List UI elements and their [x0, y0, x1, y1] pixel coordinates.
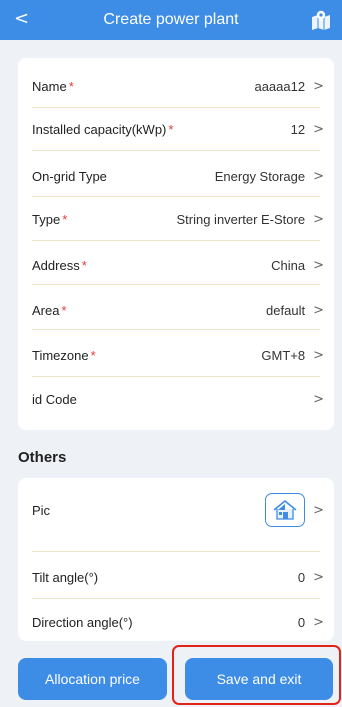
required-marker: *: [68, 78, 74, 94]
basic-info-card: Name * aaaaa12 > Installed capacity(kWp) * …: [18, 58, 334, 430]
area-field[interactable]: Area * default >: [32, 295, 324, 325]
required-marker: *: [81, 257, 87, 273]
divider: [32, 598, 320, 599]
name-value: aaaaa12: [254, 78, 306, 94]
area-label: Area: [32, 302, 60, 318]
divider: [32, 240, 320, 241]
divider: [32, 376, 320, 377]
installed-capacity-label: Installed capacity(kWp): [32, 121, 167, 137]
chevron-right-icon: >: [313, 211, 324, 227]
type-value: String inverter E-Store: [176, 211, 306, 227]
id-code-field[interactable]: id Code >: [32, 384, 324, 414]
installed-capacity-value: 12: [290, 121, 306, 137]
divider: [32, 284, 320, 285]
address-label: Address: [32, 257, 80, 273]
area-value: default: [266, 302, 306, 318]
direction-angle-field[interactable]: Direction angle(°) 0 >: [32, 607, 324, 637]
back-button[interactable]: <: [14, 9, 29, 29]
map-location-icon[interactable]: [310, 9, 332, 31]
tilt-angle-value: 0: [297, 569, 306, 585]
type-field[interactable]: Type * String inverter E-Store >: [32, 204, 324, 234]
required-marker: *: [61, 302, 67, 318]
type-label: Type: [32, 211, 61, 227]
chevron-right-icon: >: [313, 347, 324, 363]
on-grid-type-field[interactable]: On-grid Type Energy Storage >: [32, 161, 324, 191]
chevron-right-icon: >: [313, 391, 324, 407]
divider: [32, 329, 320, 330]
name-label: Name: [32, 78, 67, 94]
timezone-field[interactable]: Timezone * GMT+8 >: [32, 340, 324, 370]
timezone-value: GMT+8: [261, 347, 306, 363]
tilt-angle-label: Tilt angle(°): [32, 569, 99, 585]
divider: [32, 551, 320, 552]
tilt-angle-field[interactable]: Tilt angle(°) 0 >: [32, 562, 324, 592]
required-marker: *: [90, 347, 96, 363]
direction-angle-value: 0: [297, 614, 306, 630]
on-grid-type-value: Energy Storage: [214, 168, 306, 184]
house-solar-icon[interactable]: [265, 493, 306, 527]
required-marker: *: [168, 121, 174, 137]
id-code-label: id Code: [32, 391, 77, 407]
chevron-right-icon: >: [313, 78, 324, 94]
timezone-label: Timezone: [32, 347, 89, 363]
chevron-right-icon: >: [313, 614, 324, 630]
required-marker: *: [62, 211, 68, 227]
chevron-right-icon: >: [313, 502, 324, 518]
address-field[interactable]: Address * China >: [32, 250, 324, 280]
highlight-box: [172, 645, 341, 705]
allocation-price-button[interactable]: Allocation price: [18, 658, 167, 700]
address-value: China: [271, 257, 306, 273]
pic-label: Pic: [32, 502, 51, 518]
chevron-right-icon: >: [313, 257, 324, 273]
chevron-right-icon: >: [313, 302, 324, 318]
divider: [32, 196, 320, 197]
page-title: Create power plant: [103, 11, 239, 28]
divider: [32, 107, 320, 108]
installed-capacity-field[interactable]: Installed capacity(kWp) * 12 >: [32, 114, 324, 144]
chevron-right-icon: >: [313, 121, 324, 137]
divider: [32, 150, 320, 151]
chevron-right-icon: >: [313, 569, 324, 585]
others-card: Pic > Tilt angle(°) 0 > Direction angle(°…: [18, 478, 334, 641]
name-field[interactable]: Name * aaaaa12 >: [32, 71, 324, 101]
others-section-title: Others: [18, 449, 67, 466]
direction-angle-label: Direction angle(°): [32, 614, 133, 630]
on-grid-type-label: On-grid Type: [32, 168, 107, 184]
chevron-right-icon: >: [313, 168, 324, 184]
pic-field[interactable]: Pic >: [32, 486, 324, 534]
app-header: < Create power plant: [0, 0, 342, 40]
